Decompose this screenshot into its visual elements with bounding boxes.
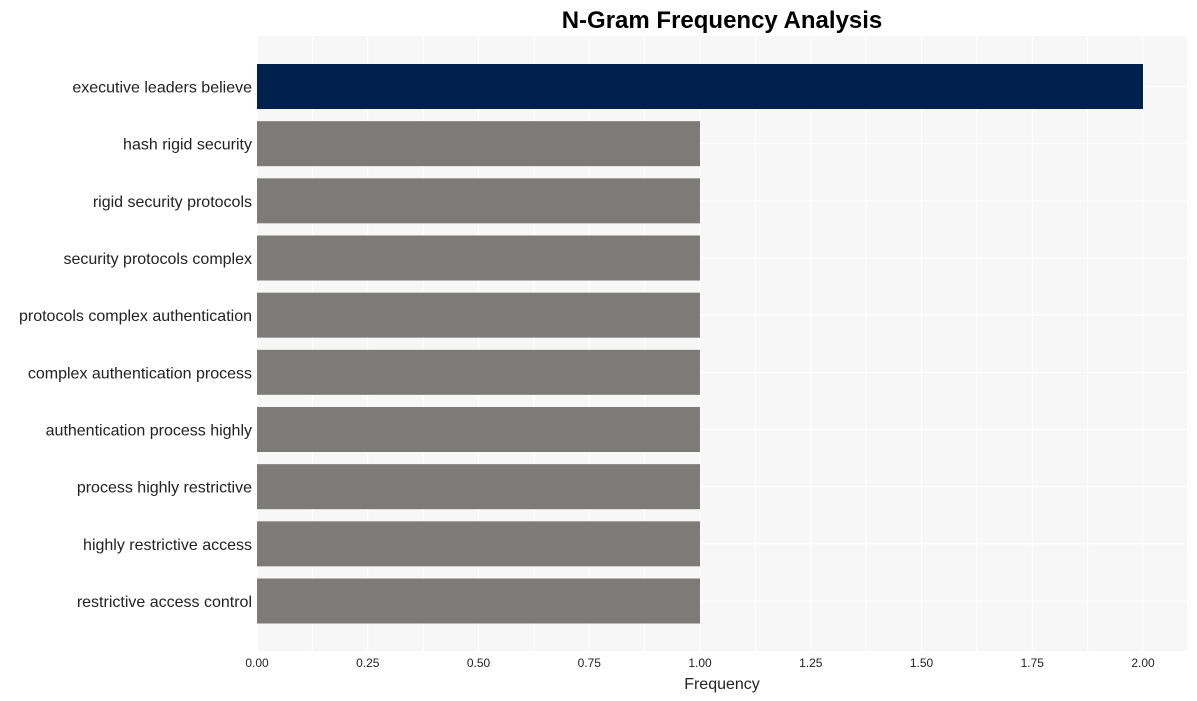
chart-title: N-Gram Frequency Analysis [562, 7, 883, 34]
x-tick-label: 0.50 [467, 656, 491, 670]
x-axis-label: Frequency [684, 676, 760, 693]
y-axis-label: complex authentication process [28, 365, 252, 382]
x-tick-label: 2.00 [1131, 656, 1155, 670]
y-axis-label: restrictive access control [77, 594, 252, 611]
y-axis-label: protocols complex authentication [19, 308, 252, 325]
bar [257, 235, 700, 281]
bar [257, 178, 700, 224]
bar [257, 464, 700, 510]
y-axis-labels: executive leaders believe hash rigid secu… [19, 80, 252, 612]
bar [257, 64, 1143, 109]
bar [257, 349, 700, 395]
y-axis-label: executive leaders believe [72, 80, 252, 97]
y-axis-label: authentication process highly [46, 423, 252, 440]
x-tick-label: 0.75 [578, 656, 602, 670]
x-tick-label: 1.00 [688, 656, 712, 670]
y-axis-label: hash rigid security [123, 137, 252, 154]
bar [257, 292, 700, 338]
bar [257, 121, 700, 167]
bar [257, 578, 700, 624]
y-axis-label: rigid security protocols [93, 194, 252, 211]
x-tick-label: 1.50 [910, 656, 934, 670]
x-tick-label: 0.25 [356, 656, 380, 670]
x-axis-ticks: 0.00 0.25 0.50 0.75 1.00 1.25 1.50 1.75 2.00 [245, 656, 1155, 670]
bar [257, 521, 700, 567]
x-tick-label: 0.00 [245, 656, 269, 670]
x-tick-label: 1.75 [1021, 656, 1045, 670]
y-axis-label: process highly restrictive [77, 480, 252, 497]
y-axis-label: security protocols complex [63, 251, 252, 268]
chart: executive leaders believe hash rigid secu… [19, 7, 1187, 693]
x-tick-label: 1.25 [799, 656, 823, 670]
bar [257, 407, 700, 452]
y-axis-label: highly restrictive access [83, 537, 252, 554]
